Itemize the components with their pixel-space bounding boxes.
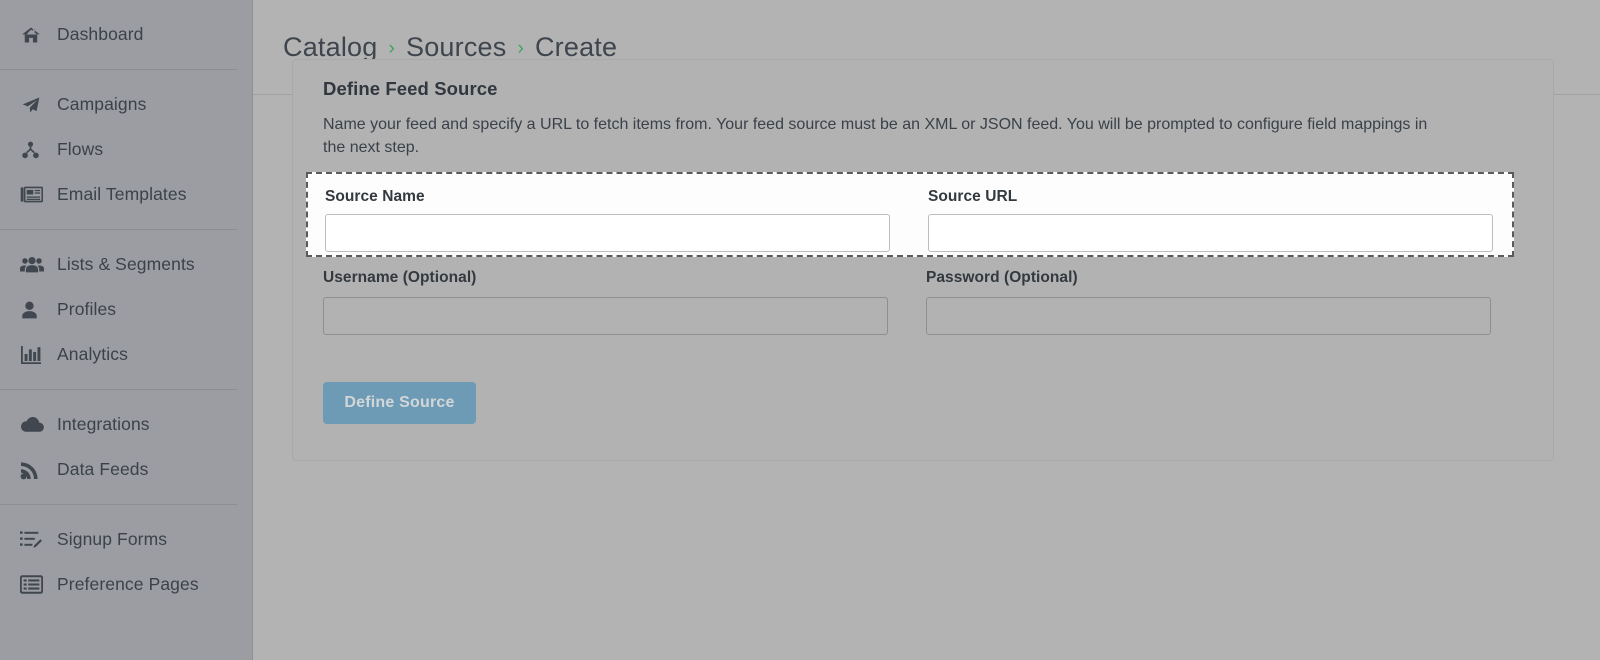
sidebar-item-label: Profiles — [57, 299, 116, 320]
sidebar-item-label: Signup Forms — [57, 529, 167, 550]
define-feed-source-card: Define Feed Source Name your feed and sp… — [292, 59, 1554, 461]
sidebar-item-profiles[interactable]: Profiles — [0, 287, 252, 332]
username-input[interactable] — [323, 297, 888, 335]
spacer — [0, 230, 252, 242]
form-edit-icon — [20, 529, 46, 551]
spacer — [0, 390, 252, 402]
source-name-input[interactable] — [325, 214, 890, 252]
card-description: Name your feed and specify a URL to fetc… — [323, 114, 1433, 159]
page-title: Define Feed Source — [323, 78, 498, 100]
sidebar-item-lists-segments[interactable]: Lists & Segments — [0, 242, 252, 287]
username-input-wrap — [323, 297, 888, 335]
sidebar-item-dashboard[interactable]: Dashboard — [0, 12, 252, 57]
define-source-button[interactable]: Define Source — [323, 382, 476, 424]
breadcrumb-item-create: Create — [535, 32, 617, 63]
source-name-label: Source Name — [325, 188, 890, 206]
password-input[interactable] — [926, 297, 1491, 335]
username-field-group: Username (Optional) — [323, 269, 888, 293]
sidebar-item-preference-pages[interactable]: Preference Pages — [0, 562, 252, 607]
sidebar-item-integrations[interactable]: Integrations — [0, 402, 252, 447]
password-field-group: Password (Optional) — [926, 269, 1491, 293]
source-url-field-group: Source URL — [928, 188, 1493, 206]
sidebar-item-label: Dashboard — [57, 24, 144, 45]
breadcrumb-item-sources[interactable]: Sources — [406, 32, 506, 63]
users-group-icon — [20, 254, 46, 276]
spacer — [0, 377, 252, 389]
source-name-input-wrap — [325, 214, 890, 252]
breadcrumb-item-catalog[interactable]: Catalog — [283, 32, 377, 63]
list-page-icon — [20, 574, 46, 596]
chevron-right-icon: › — [517, 39, 524, 58]
sidebar-item-label: Integrations — [57, 414, 150, 435]
spacer — [0, 70, 252, 82]
rss-feed-icon — [20, 459, 46, 481]
sidebar-item-label: Campaigns — [57, 94, 146, 115]
sidebar-group-3: Lists & Segments Profiles Analytics — [0, 230, 252, 389]
sidebar-item-analytics[interactable]: Analytics — [0, 332, 252, 377]
sidebar-item-data-feeds[interactable]: Data Feeds — [0, 447, 252, 492]
sidebar-item-label: Lists & Segments — [57, 254, 195, 275]
sidebar-item-signup-forms[interactable]: Signup Forms — [0, 517, 252, 562]
sidebar-group-1: Dashboard — [0, 0, 252, 69]
sidebar: Dashboard Campaigns Flows Email Template… — [0, 0, 253, 660]
user-icon — [20, 299, 46, 321]
password-input-wrap — [926, 297, 1491, 335]
sidebar-item-label: Analytics — [57, 344, 128, 365]
spacer — [0, 0, 252, 12]
spacer — [0, 505, 252, 517]
optional-credentials-row: Username (Optional) Password (Optional) — [323, 269, 1523, 349]
sidebar-item-label: Data Feeds — [57, 459, 148, 480]
flow-nodes-icon — [20, 139, 46, 161]
spacer — [0, 57, 252, 69]
bar-chart-icon — [20, 344, 46, 366]
sidebar-group-4: Integrations Data Feeds — [0, 390, 252, 504]
source-name-field-group: Source Name — [325, 188, 890, 206]
sidebar-item-label: Email Templates — [57, 184, 187, 205]
sidebar-group-2: Campaigns Flows Email Templates — [0, 70, 252, 229]
focused-field-row: Source Name Source URL — [306, 172, 1514, 257]
chevron-right-icon: › — [388, 39, 395, 58]
cloud-icon — [20, 414, 46, 436]
spacer — [0, 492, 252, 504]
email-template-icon — [20, 184, 46, 206]
sidebar-item-label: Preference Pages — [57, 574, 199, 595]
breadcrumb: Catalog › Sources › Create — [283, 32, 617, 63]
sidebar-item-label: Flows — [57, 139, 103, 160]
paper-plane-icon — [20, 94, 46, 116]
spacer — [0, 217, 252, 229]
sidebar-item-flows[interactable]: Flows — [0, 127, 252, 172]
home-icon — [20, 24, 46, 46]
username-label: Username (Optional) — [323, 269, 888, 293]
sidebar-item-email-templates[interactable]: Email Templates — [0, 172, 252, 217]
main-content: Catalog › Sources › Create Define Feed S… — [253, 0, 1600, 660]
password-label: Password (Optional) — [926, 269, 1491, 293]
source-url-input-wrap — [928, 214, 1493, 252]
source-url-label: Source URL — [928, 188, 1493, 206]
sidebar-item-campaigns[interactable]: Campaigns — [0, 82, 252, 127]
source-url-input[interactable] — [928, 214, 1493, 252]
sidebar-group-5: Signup Forms Preference Pages — [0, 505, 252, 607]
